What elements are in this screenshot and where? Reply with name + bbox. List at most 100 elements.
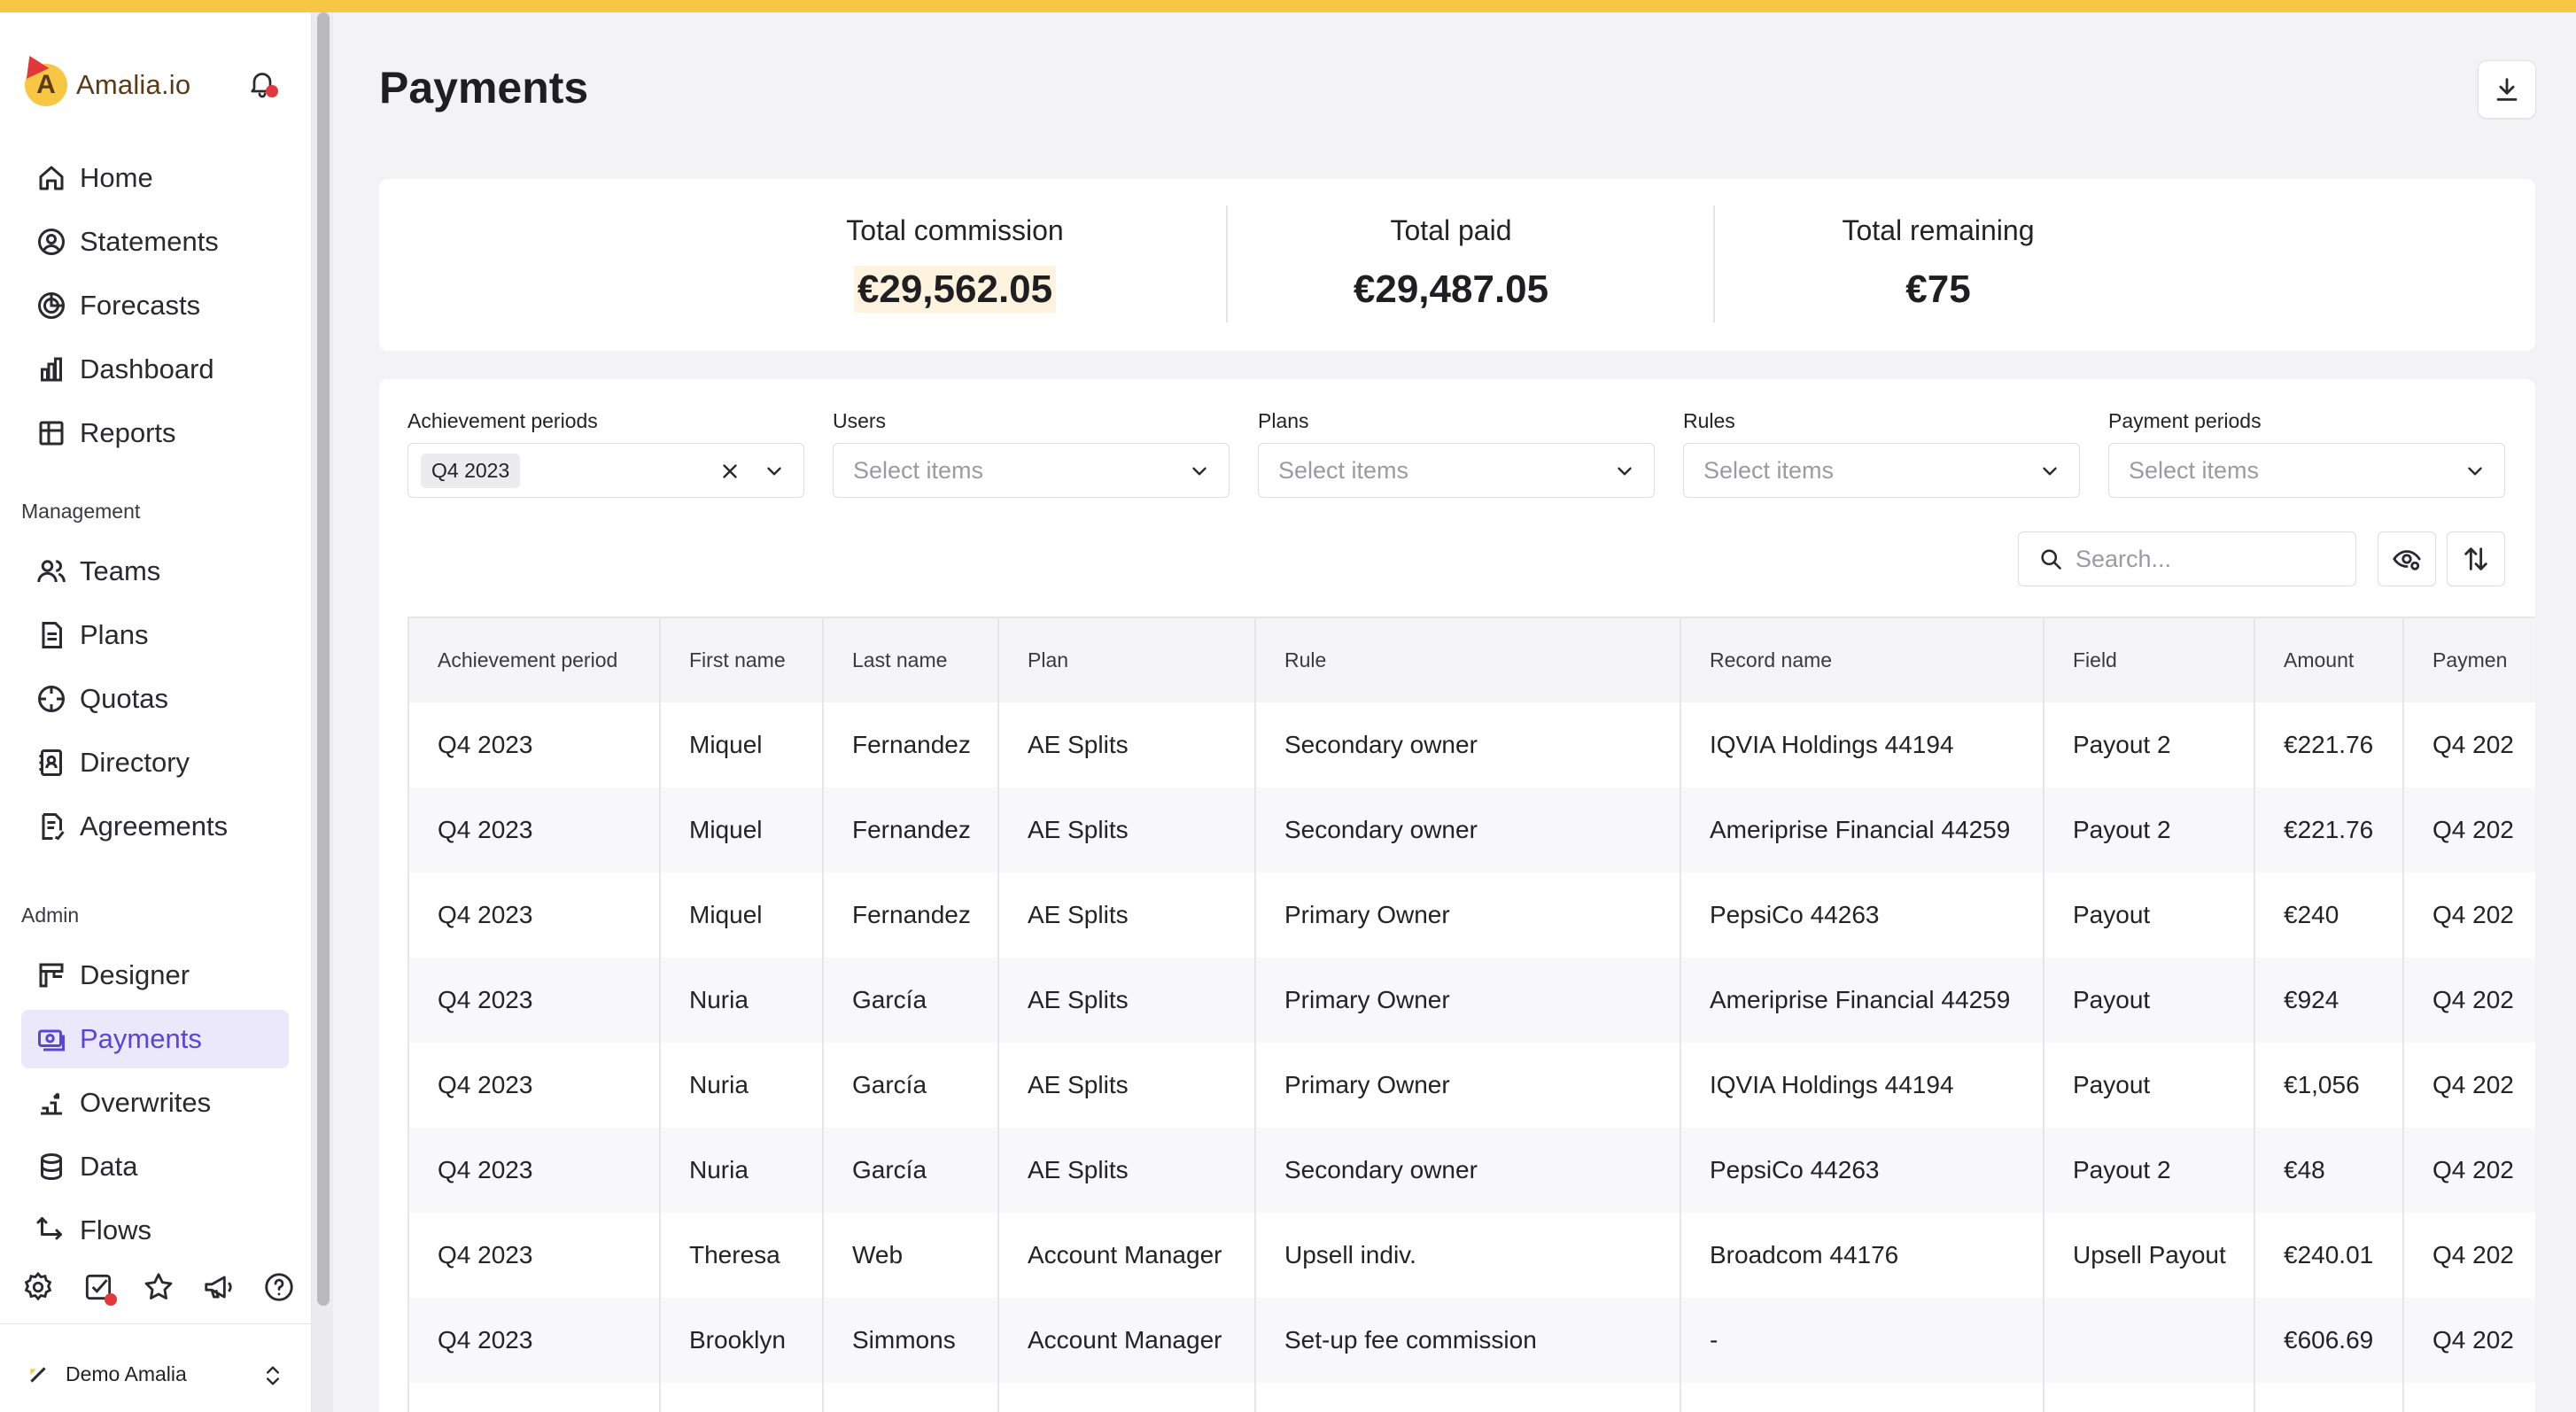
clear-icon[interactable] [718,460,741,483]
download-icon [2496,78,2518,101]
totals-card: Total commission €29,562.05 Total paid €… [379,179,2535,351]
table-row[interactable]: Q4 2023 Theresa Web Account Manager Upsell i… [407,1213,2535,1298]
table-row[interactable]: Q4 2023 Miquel Fernandez AE Splits Secondary… [407,702,2535,787]
nav-label: Overwrites [80,1087,212,1118]
table-cell: Q4 2023 [407,958,661,1043]
table-cell: AE Splits [998,958,1256,1043]
table-row[interactable]: Q4 2023 Miquel Fernandez AE Splits Secondary… [407,787,2535,873]
nav-item-overwrites[interactable]: Overwrites [21,1074,289,1132]
column-header[interactable]: Rule [1255,617,1681,702]
table-cell: Set-up fee commission [1255,1298,1681,1383]
column-header[interactable]: Plan [998,617,1256,702]
table-row[interactable]: Q4 2023 Nuria García AE Splits Primary Owner… [407,1043,2535,1128]
sort-button[interactable] [2447,531,2505,586]
nav-label: Quotas [80,683,168,714]
table-cell: AE Splits [998,702,1256,787]
search-input[interactable] [2076,545,2341,573]
table-cell [2403,1383,2535,1412]
users-select[interactable]: Select items [833,443,1230,498]
tasks-badge-dot [105,1293,117,1306]
table-cell: €240 [2254,873,2404,958]
settings-gear-icon[interactable] [21,1270,55,1304]
column-header[interactable]: Record name [1680,617,2045,702]
table-cell: Payout 2 [2044,1128,2255,1213]
nav-item-directory[interactable]: Directory [21,733,289,792]
table-cell: Fernandez [823,873,999,958]
nav-item-home[interactable]: Home [21,149,289,207]
table-cell: García [823,1128,999,1213]
workspace-switcher[interactable]: Demo Amalia [0,1323,312,1412]
search-field[interactable] [2018,531,2356,586]
download-button[interactable] [2478,60,2536,119]
payments-table: Achievement period First name Last name … [407,617,2535,1412]
table-cell: Payout [2044,1043,2255,1128]
table-cell: €606.69 [2254,1298,2404,1383]
table-cell: García [823,1043,999,1128]
table-row[interactable]: Q4 2023 Nuria García AE Splits Primary Owner… [407,958,2535,1043]
table-cell: - [1680,1298,2045,1383]
brand-logo-icon: A [18,50,67,106]
chevron-up-down-icon [267,1366,279,1385]
tasks-check-button[interactable] [81,1270,117,1306]
nav-item-quotas[interactable]: Quotas [21,670,289,728]
chevron-down-icon [2468,467,2482,476]
nav-item-flows[interactable]: Flows [21,1201,289,1260]
table-row[interactable]: Q4 2023 Miquel Fernandez AE Splits Primary O… [407,873,2535,958]
nav-item-forecasts[interactable]: Forecasts [21,276,289,335]
table-cell: García [823,958,999,1043]
table-header-row: Achievement period First name Last name … [407,617,2535,702]
nav-item-reports[interactable]: Reports [21,404,289,462]
contact-book-icon [39,749,62,776]
sidebar-scrollbar-thumb[interactable] [317,12,330,1306]
table-cell: Q4 202 [2403,1128,2535,1213]
nav-item-dashboard[interactable]: Dashboard [21,340,289,399]
nav-item-designer[interactable]: Designer [21,946,289,1005]
table-cell: Q4 202 [2403,1213,2535,1298]
nav-item-statements[interactable]: Statements [21,213,289,271]
nav-label: Dashboard [80,353,214,384]
table-cell: Upsell Payout [2044,1213,2255,1298]
help-circle-icon[interactable] [262,1270,296,1304]
column-header[interactable]: Field [2044,617,2255,702]
nav-item-agreements[interactable]: Agreements [21,797,289,856]
total-commission-amount: €29,562.05 [853,266,1057,313]
table-cell: Upsell indiv. [1255,1213,1681,1298]
sort-arrows-icon [2464,547,2487,570]
table-row[interactable]: Q4 2023 Nuria García AE Splits Secondary own… [407,1128,2535,1213]
column-header[interactable]: Last name [823,617,999,702]
column-visibility-button[interactable] [2378,531,2436,586]
section-admin: Admin [21,904,80,927]
table-cell: €221.76 [2254,702,2404,787]
brand[interactable]: A Amalia.io [18,50,190,110]
star-icon[interactable] [142,1270,175,1304]
table-cell: €924 [2254,958,2404,1043]
payment-periods-select[interactable]: Select items [2108,443,2505,498]
filter-payment-periods: Payment periods Select items [2108,409,2505,498]
nav-item-data[interactable]: Data [21,1137,289,1196]
table-row[interactable] [407,1383,2535,1412]
nav-item-teams[interactable]: Teams [21,542,289,601]
divider [1713,206,1715,322]
table-cell [823,1383,999,1412]
column-header[interactable]: Paymen [2403,617,2535,702]
table-cell: Secondary owner [1255,702,1681,787]
rules-select[interactable]: Select items [1683,443,2080,498]
plans-select[interactable]: Select items [1258,443,1655,498]
megaphone-icon[interactable] [202,1270,236,1304]
selected-tag[interactable]: Q4 2023 [421,453,521,488]
home-icon [39,166,64,190]
table-cell: Fernandez [823,787,999,873]
filter-label: Users [833,409,887,432]
nav-label: Payments [80,1023,202,1054]
table-row[interactable]: Q4 2023 Brooklyn Simmons Account Manager Set… [407,1298,2535,1383]
column-header[interactable]: Achievement period [407,617,661,702]
nav-label: Teams [80,555,161,586]
nav-item-payments[interactable]: Payments [21,1010,289,1068]
nav-item-plans[interactable]: Plans [21,606,289,664]
table-cell: IQVIA Holdings 44194 [1680,702,2045,787]
column-header[interactable]: First name [660,617,824,702]
achievement-periods-select[interactable]: Q4 2023 [407,443,804,498]
nav-label: Forecasts [80,290,201,321]
total-paid-value: €29,487.05 [1353,268,1549,311]
column-header[interactable]: Amount [2254,617,2404,702]
